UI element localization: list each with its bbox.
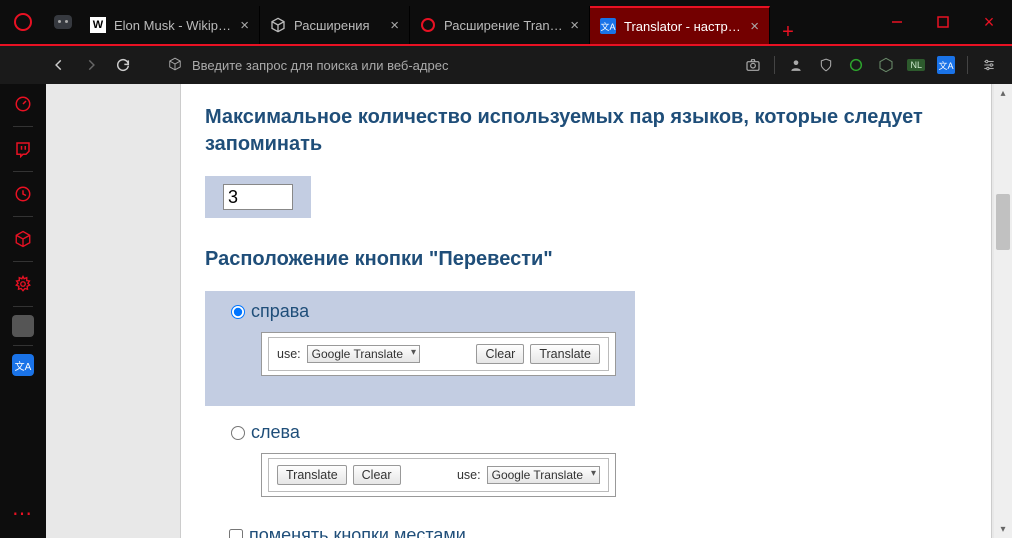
- close-icon[interactable]: ×: [390, 17, 399, 34]
- easy-setup-icon[interactable]: [980, 56, 998, 74]
- pinned-thumbnail[interactable]: [12, 315, 34, 337]
- translate-button[interactable]: Translate: [277, 465, 347, 485]
- speed-dial-icon[interactable]: [9, 90, 37, 118]
- address-bar[interactable]: Введите запрос для поиска или веб-адрес: [162, 57, 738, 74]
- radio-right-input[interactable]: [231, 305, 245, 319]
- option-right-block: справа use: Google Translate Clear Trans…: [205, 291, 635, 406]
- tab-label: Расширения: [294, 18, 384, 33]
- max-pairs-input[interactable]: [223, 184, 293, 210]
- scrollbar-thumb[interactable]: [996, 194, 1010, 250]
- translator-ext-icon[interactable]: 文A: [937, 56, 955, 74]
- tab-wikipedia[interactable]: W Elon Musk - Wikipedia ×: [80, 6, 260, 44]
- extensions-icon[interactable]: [9, 225, 37, 253]
- circle-icon[interactable]: [847, 56, 865, 74]
- tab-label: Elon Musk - Wikipedia: [114, 18, 234, 33]
- nl-badge[interactable]: NL: [907, 59, 925, 71]
- radio-left[interactable]: слева: [231, 422, 621, 443]
- tab-label: Расширение Translator: [444, 18, 564, 33]
- address-placeholder: Введите запрос для поиска или веб-адрес: [192, 58, 448, 73]
- page-viewport: Максимальное количество используемых пар…: [46, 84, 1012, 538]
- forward-button[interactable]: [78, 52, 104, 78]
- maximize-button[interactable]: [920, 0, 966, 44]
- radio-left-label: слева: [251, 422, 300, 443]
- use-label: use:: [457, 468, 481, 482]
- settings-icon[interactable]: [9, 270, 37, 298]
- discord-icon[interactable]: [46, 0, 80, 44]
- reload-button[interactable]: [110, 52, 136, 78]
- history-icon[interactable]: [9, 180, 37, 208]
- option-left-block: слева Translate Clear use: Google Transl…: [205, 420, 635, 511]
- toolbar-right: NL 文A: [744, 56, 1004, 74]
- window-titlebar: W Elon Musk - Wikipedia × Расширения × Р…: [0, 0, 1012, 44]
- max-pairs-field-wrap: [205, 176, 311, 218]
- twitch-icon[interactable]: [9, 135, 37, 163]
- camera-icon[interactable]: [744, 56, 762, 74]
- radio-right-label: справа: [251, 301, 309, 322]
- sidebar-rail: 文A ⋯: [0, 84, 46, 538]
- close-icon[interactable]: ×: [240, 17, 249, 34]
- more-icon[interactable]: ⋯: [12, 501, 34, 538]
- translator-select[interactable]: Google Translate: [307, 345, 420, 363]
- tab-strip: W Elon Musk - Wikipedia × Расширения × Р…: [80, 0, 874, 44]
- close-icon[interactable]: ×: [570, 17, 579, 34]
- settings-content: Максимальное количество используемых пар…: [180, 84, 992, 538]
- swap-buttons-label: поменять кнопки местами: [249, 525, 466, 538]
- wikipedia-favicon: W: [90, 17, 106, 33]
- swap-buttons-checkbox[interactable]: поменять кнопки местами: [205, 525, 967, 538]
- translate-button[interactable]: Translate: [530, 344, 600, 364]
- translator-sidebar-icon[interactable]: 文A: [12, 354, 34, 376]
- use-label: use:: [277, 347, 301, 361]
- heading-button-position: Расположение кнопки "Перевести": [205, 246, 967, 273]
- vertical-scrollbar[interactable]: ▴ ▾: [994, 84, 1012, 538]
- close-icon[interactable]: ×: [750, 18, 759, 35]
- close-window-button[interactable]: ×: [966, 0, 1012, 44]
- person-icon[interactable]: [787, 56, 805, 74]
- navigation-bar: Введите запрос для поиска или веб-адрес …: [0, 44, 1012, 84]
- translator-select[interactable]: Google Translate: [487, 466, 600, 484]
- scroll-up-icon[interactable]: ▴: [996, 86, 1010, 100]
- window-controls: ×: [874, 0, 1012, 44]
- tab-label: Translator - настройки: [624, 19, 744, 34]
- extension-cube-icon[interactable]: [877, 56, 895, 74]
- clear-button[interactable]: Clear: [353, 465, 401, 485]
- opera-favicon: [420, 17, 436, 33]
- back-button[interactable]: [46, 52, 72, 78]
- preview-right: use: Google Translate Clear Translate: [261, 332, 616, 376]
- tab-translator-settings[interactable]: 文A Translator - настройки ×: [590, 6, 770, 44]
- radio-right[interactable]: справа: [231, 301, 621, 322]
- shield-icon[interactable]: [817, 56, 835, 74]
- scroll-down-icon[interactable]: ▾: [996, 522, 1010, 536]
- minimize-button[interactable]: [874, 0, 920, 44]
- cube-icon: [270, 17, 286, 33]
- new-tab-button[interactable]: +: [770, 21, 806, 44]
- preview-left: Translate Clear use: Google Translate: [261, 453, 616, 497]
- translator-favicon: 文A: [600, 18, 616, 34]
- heading-max-pairs: Максимальное количество используемых пар…: [205, 104, 967, 158]
- swap-buttons-input[interactable]: [229, 529, 243, 538]
- clear-button[interactable]: Clear: [476, 344, 524, 364]
- opera-menu-button[interactable]: [0, 0, 46, 44]
- tab-extension-translator[interactable]: Расширение Translator ×: [410, 6, 590, 44]
- radio-left-input[interactable]: [231, 426, 245, 440]
- tab-extensions[interactable]: Расширения ×: [260, 6, 410, 44]
- cube-icon: [168, 57, 182, 74]
